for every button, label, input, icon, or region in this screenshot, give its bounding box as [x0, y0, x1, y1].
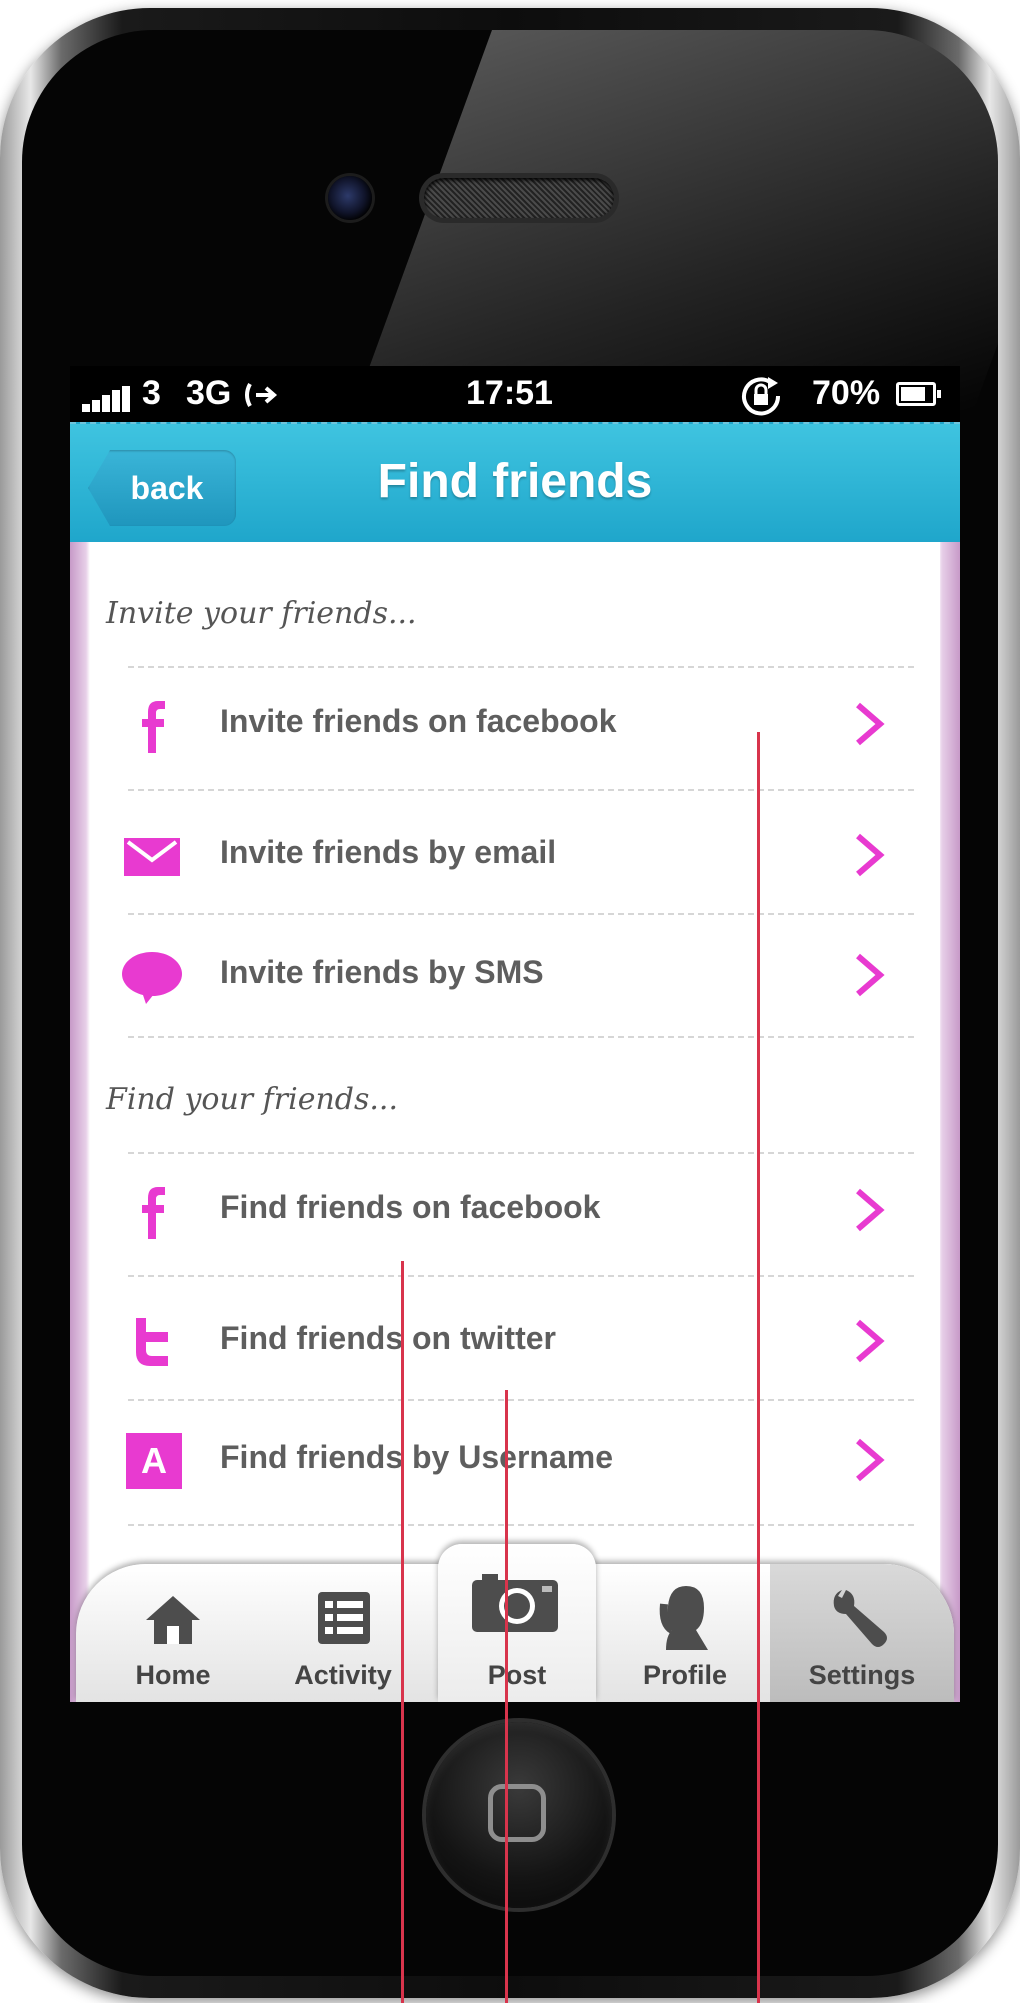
- facebook-icon: [142, 1187, 165, 1239]
- divider: [128, 1152, 914, 1154]
- tab-bar: Home Activity Post Profile Settings: [70, 1516, 960, 1702]
- front-camera-icon: [328, 176, 372, 220]
- carrier-name: 3: [142, 374, 161, 412]
- list-item-invite-email[interactable]: Invite friends by email: [70, 808, 960, 902]
- section-heading-invite: Invite your friends...: [106, 596, 417, 631]
- earpiece-speaker: [424, 178, 614, 218]
- navigation-bar: back Find friends: [70, 422, 960, 542]
- profile-icon: [659, 1586, 708, 1650]
- annotation-line: [401, 1261, 404, 2003]
- divider: [128, 1036, 914, 1038]
- home-button[interactable]: [426, 1722, 612, 1908]
- email-icon: [124, 838, 180, 876]
- house-icon: [146, 1596, 200, 1644]
- rotation-lock-icon: [742, 377, 781, 416]
- divider: [128, 666, 914, 668]
- divider: [128, 913, 914, 915]
- tab-settings[interactable]: Settings: [770, 1564, 954, 1702]
- annotation-line: [757, 732, 760, 2003]
- list-item-label: Invite friends by SMS: [220, 954, 544, 990]
- chevron-right-icon: [856, 833, 885, 877]
- tab-label: Post: [487, 1660, 547, 1690]
- chevron-right-icon: [856, 1319, 885, 1363]
- screen-glare: [353, 30, 998, 410]
- page-title: Find friends: [377, 455, 653, 508]
- chevron-right-icon: [856, 702, 885, 746]
- list-item-find-twitter[interactable]: Find friends on twitter: [70, 1294, 960, 1388]
- list-item-invite-sms[interactable]: Invite friends by SMS: [70, 928, 960, 1022]
- home-square-icon: [488, 1784, 546, 1842]
- camera-icon: [472, 1574, 558, 1632]
- tab-label: Settings: [808, 1660, 916, 1690]
- battery-icon: [896, 382, 941, 406]
- tab-post[interactable]: Post: [438, 1544, 596, 1702]
- wrench-icon: [833, 1590, 887, 1647]
- tab-label: Home: [135, 1660, 211, 1690]
- list-item-label: Find friends on twitter: [220, 1320, 556, 1356]
- status-bar: 3 3G 17:51 70%: [70, 366, 960, 422]
- chevron-right-icon: [856, 953, 885, 997]
- divider: [128, 1275, 914, 1277]
- section-heading-find: Find your friends...: [106, 1082, 399, 1117]
- tab-profile[interactable]: Profile: [600, 1564, 770, 1702]
- divider: [128, 789, 914, 791]
- battery-percent: 70%: [812, 374, 881, 412]
- signal-strength-icon: [82, 386, 138, 412]
- list-item-label: Invite friends on facebook: [220, 703, 617, 739]
- annotation-line: [505, 1390, 508, 2003]
- chevron-right-icon: [856, 1438, 885, 1482]
- list-item-invite-facebook[interactable]: Invite friends on facebook: [70, 677, 960, 771]
- list-item-label: Invite friends by email: [220, 834, 557, 870]
- network-type: 3G: [186, 374, 232, 412]
- tab-home[interactable]: Home: [88, 1564, 258, 1702]
- list-item-find-username[interactable]: A Find friends by Username: [70, 1413, 960, 1507]
- list-item-label: Find friends on facebook: [220, 1189, 601, 1225]
- username-icon: A: [126, 1433, 182, 1489]
- divider: [128, 1399, 914, 1401]
- status-time: 17:51: [466, 374, 553, 412]
- activity-arrow-icon: [245, 383, 278, 407]
- chevron-right-icon: [856, 1188, 885, 1232]
- list-item-label: Find friends by Username: [220, 1439, 613, 1475]
- list-icon: [318, 1592, 370, 1644]
- list-item-find-facebook[interactable]: Find friends on facebook: [70, 1163, 960, 1257]
- tab-label: Profile: [642, 1660, 728, 1690]
- sms-bubble-icon: [122, 952, 182, 1004]
- twitter-icon: [136, 1318, 168, 1366]
- facebook-icon: [142, 701, 165, 753]
